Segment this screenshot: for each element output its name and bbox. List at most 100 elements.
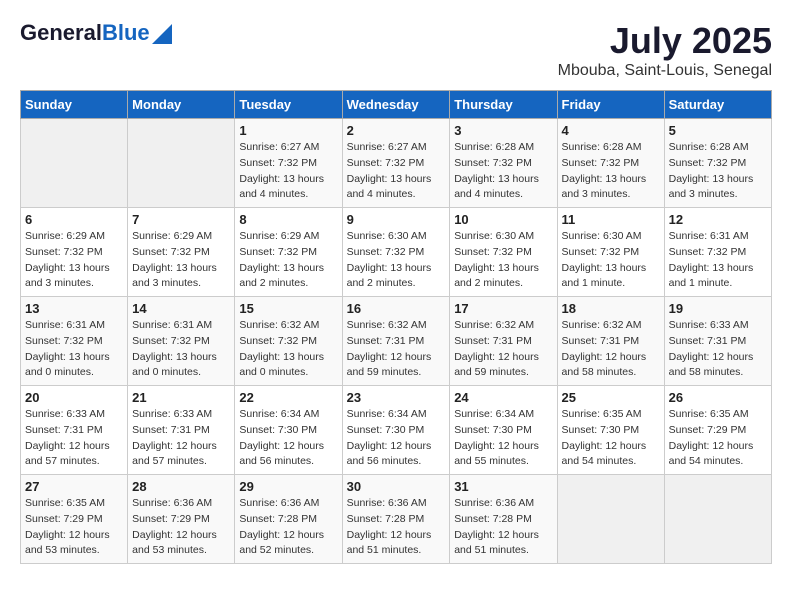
calendar-cell: 18 Sunrise: 6:32 AM Sunset: 7:31 PM Dayli…	[557, 297, 664, 386]
logo-general: General	[20, 20, 102, 46]
calendar-cell	[557, 475, 664, 564]
day-info: Sunrise: 6:29 AM Sunset: 7:32 PM Dayligh…	[239, 229, 337, 292]
calendar-week-row: 1 Sunrise: 6:27 AM Sunset: 7:32 PM Daylig…	[21, 119, 772, 208]
day-number: 12	[669, 212, 767, 227]
calendar-cell: 24Sunrise: 6:34 AM Sunset: 7:30 PM Dayli…	[450, 386, 557, 475]
day-number: 15	[239, 301, 337, 316]
day-number: 13	[25, 301, 123, 316]
calendar-cell: 23 Sunrise: 6:34 AM Sunset: 7:30 PM Dayli…	[342, 386, 450, 475]
calendar-cell: 7Sunrise: 6:29 AM Sunset: 7:32 PM Daylig…	[128, 208, 235, 297]
day-number: 23	[347, 390, 446, 405]
day-number: 3	[454, 123, 552, 138]
day-info: Sunrise: 6:29 AM Sunset: 7:32 PM Dayligh…	[132, 229, 230, 292]
calendar-cell: 31 Sunrise: 6:36 AM Sunset: 7:28 PM Dayli…	[450, 475, 557, 564]
day-info: Sunrise: 6:30 AM Sunset: 7:32 PM Dayligh…	[562, 229, 660, 292]
day-number: 30	[347, 479, 446, 494]
title-block: July 2025 Mbouba, Saint-Louis, Senegal	[558, 20, 772, 80]
day-number: 26	[669, 390, 767, 405]
calendar-cell: 17 Sunrise: 6:32 AM Sunset: 7:31 PM Dayli…	[450, 297, 557, 386]
calendar-week-row: 27 Sunrise: 6:35 AM Sunset: 7:29 PM Dayli…	[21, 475, 772, 564]
day-number: 6	[25, 212, 123, 227]
calendar-cell: 19 Sunrise: 6:33 AM Sunset: 7:31 PM Dayli…	[664, 297, 771, 386]
day-info: Sunrise: 6:27 AM Sunset: 7:32 PM Dayligh…	[347, 140, 446, 203]
day-number: 8	[239, 212, 337, 227]
calendar-week-row: 13Sunrise: 6:31 AM Sunset: 7:32 PM Dayli…	[21, 297, 772, 386]
day-info: Sunrise: 6:33 AM Sunset: 7:31 PM Dayligh…	[669, 318, 767, 381]
day-number: 21	[132, 390, 230, 405]
logo: GeneralBlue	[20, 20, 172, 46]
calendar-cell: 1 Sunrise: 6:27 AM Sunset: 7:32 PM Daylig…	[235, 119, 342, 208]
day-info: Sunrise: 6:30 AM Sunset: 7:32 PM Dayligh…	[347, 229, 446, 292]
day-info: Sunrise: 6:29 AM Sunset: 7:32 PM Dayligh…	[25, 229, 123, 292]
calendar-cell: 27 Sunrise: 6:35 AM Sunset: 7:29 PM Dayli…	[21, 475, 128, 564]
calendar-cell: 9 Sunrise: 6:30 AM Sunset: 7:32 PM Daylig…	[342, 208, 450, 297]
calendar-cell: 5 Sunrise: 6:28 AM Sunset: 7:32 PM Daylig…	[664, 119, 771, 208]
calendar-cell: 25Sunrise: 6:35 AM Sunset: 7:30 PM Dayli…	[557, 386, 664, 475]
day-number: 1	[239, 123, 337, 138]
calendar-cell: 14Sunrise: 6:31 AM Sunset: 7:32 PM Dayli…	[128, 297, 235, 386]
day-info: Sunrise: 6:32 AM Sunset: 7:31 PM Dayligh…	[562, 318, 660, 381]
calendar-cell: 26 Sunrise: 6:35 AM Sunset: 7:29 PM Dayli…	[664, 386, 771, 475]
day-info: Sunrise: 6:35 AM Sunset: 7:29 PM Dayligh…	[669, 407, 767, 470]
calendar-table: SundayMondayTuesdayWednesdayThursdayFrid…	[20, 90, 772, 564]
calendar-cell: 12 Sunrise: 6:31 AM Sunset: 7:32 PM Dayli…	[664, 208, 771, 297]
day-info: Sunrise: 6:33 AM Sunset: 7:31 PM Dayligh…	[25, 407, 123, 470]
weekday-header-friday: Friday	[557, 91, 664, 119]
calendar-cell	[21, 119, 128, 208]
calendar-cell: 30 Sunrise: 6:36 AM Sunset: 7:28 PM Dayli…	[342, 475, 450, 564]
day-info: Sunrise: 6:36 AM Sunset: 7:28 PM Dayligh…	[454, 496, 552, 559]
calendar-cell: 11 Sunrise: 6:30 AM Sunset: 7:32 PM Dayli…	[557, 208, 664, 297]
calendar-cell: 28Sunrise: 6:36 AM Sunset: 7:29 PM Dayli…	[128, 475, 235, 564]
day-number: 11	[562, 212, 660, 227]
day-number: 4	[562, 123, 660, 138]
day-number: 19	[669, 301, 767, 316]
calendar-cell: 10Sunrise: 6:30 AM Sunset: 7:32 PM Dayli…	[450, 208, 557, 297]
calendar-cell: 3 Sunrise: 6:28 AM Sunset: 7:32 PM Daylig…	[450, 119, 557, 208]
day-number: 24	[454, 390, 552, 405]
day-number: 9	[347, 212, 446, 227]
calendar-cell: 2 Sunrise: 6:27 AM Sunset: 7:32 PM Daylig…	[342, 119, 450, 208]
calendar-subtitle: Mbouba, Saint-Louis, Senegal	[558, 62, 772, 80]
day-info: Sunrise: 6:32 AM Sunset: 7:31 PM Dayligh…	[454, 318, 552, 381]
day-number: 17	[454, 301, 552, 316]
calendar-cell: 22Sunrise: 6:34 AM Sunset: 7:30 PM Dayli…	[235, 386, 342, 475]
day-number: 16	[347, 301, 446, 316]
weekday-header-saturday: Saturday	[664, 91, 771, 119]
day-info: Sunrise: 6:36 AM Sunset: 7:28 PM Dayligh…	[239, 496, 337, 559]
calendar-cell: 8 Sunrise: 6:29 AM Sunset: 7:32 PM Daylig…	[235, 208, 342, 297]
day-number: 20	[25, 390, 123, 405]
calendar-cell: 20 Sunrise: 6:33 AM Sunset: 7:31 PM Dayli…	[21, 386, 128, 475]
day-number: 22	[239, 390, 337, 405]
day-info: Sunrise: 6:31 AM Sunset: 7:32 PM Dayligh…	[669, 229, 767, 292]
day-info: Sunrise: 6:34 AM Sunset: 7:30 PM Dayligh…	[347, 407, 446, 470]
day-info: Sunrise: 6:28 AM Sunset: 7:32 PM Dayligh…	[669, 140, 767, 203]
weekday-header-sunday: Sunday	[21, 91, 128, 119]
day-info: Sunrise: 6:28 AM Sunset: 7:32 PM Dayligh…	[454, 140, 552, 203]
day-number: 27	[25, 479, 123, 494]
calendar-week-row: 6 Sunrise: 6:29 AM Sunset: 7:32 PM Daylig…	[21, 208, 772, 297]
day-info: Sunrise: 6:32 AM Sunset: 7:31 PM Dayligh…	[347, 318, 446, 381]
day-info: Sunrise: 6:28 AM Sunset: 7:32 PM Dayligh…	[562, 140, 660, 203]
calendar-cell	[664, 475, 771, 564]
calendar-cell: 4 Sunrise: 6:28 AM Sunset: 7:32 PM Daylig…	[557, 119, 664, 208]
day-number: 5	[669, 123, 767, 138]
day-info: Sunrise: 6:27 AM Sunset: 7:32 PM Dayligh…	[239, 140, 337, 203]
day-info: Sunrise: 6:35 AM Sunset: 7:29 PM Dayligh…	[25, 496, 123, 559]
day-info: Sunrise: 6:33 AM Sunset: 7:31 PM Dayligh…	[132, 407, 230, 470]
calendar-cell: 21 Sunrise: 6:33 AM Sunset: 7:31 PM Dayli…	[128, 386, 235, 475]
day-number: 18	[562, 301, 660, 316]
day-number: 31	[454, 479, 552, 494]
calendar-cell: 16 Sunrise: 6:32 AM Sunset: 7:31 PM Dayli…	[342, 297, 450, 386]
day-info: Sunrise: 6:36 AM Sunset: 7:29 PM Dayligh…	[132, 496, 230, 559]
calendar-cell: 6 Sunrise: 6:29 AM Sunset: 7:32 PM Daylig…	[21, 208, 128, 297]
weekday-header-wednesday: Wednesday	[342, 91, 450, 119]
weekday-header-tuesday: Tuesday	[235, 91, 342, 119]
weekday-header-thursday: Thursday	[450, 91, 557, 119]
day-number: 2	[347, 123, 446, 138]
day-number: 25	[562, 390, 660, 405]
day-info: Sunrise: 6:36 AM Sunset: 7:28 PM Dayligh…	[347, 496, 446, 559]
page-header: GeneralBlue July 2025 Mbouba, Saint-Loui…	[20, 20, 772, 80]
weekday-header-row: SundayMondayTuesdayWednesdayThursdayFrid…	[21, 91, 772, 119]
calendar-title: July 2025	[558, 20, 772, 62]
day-number: 10	[454, 212, 552, 227]
